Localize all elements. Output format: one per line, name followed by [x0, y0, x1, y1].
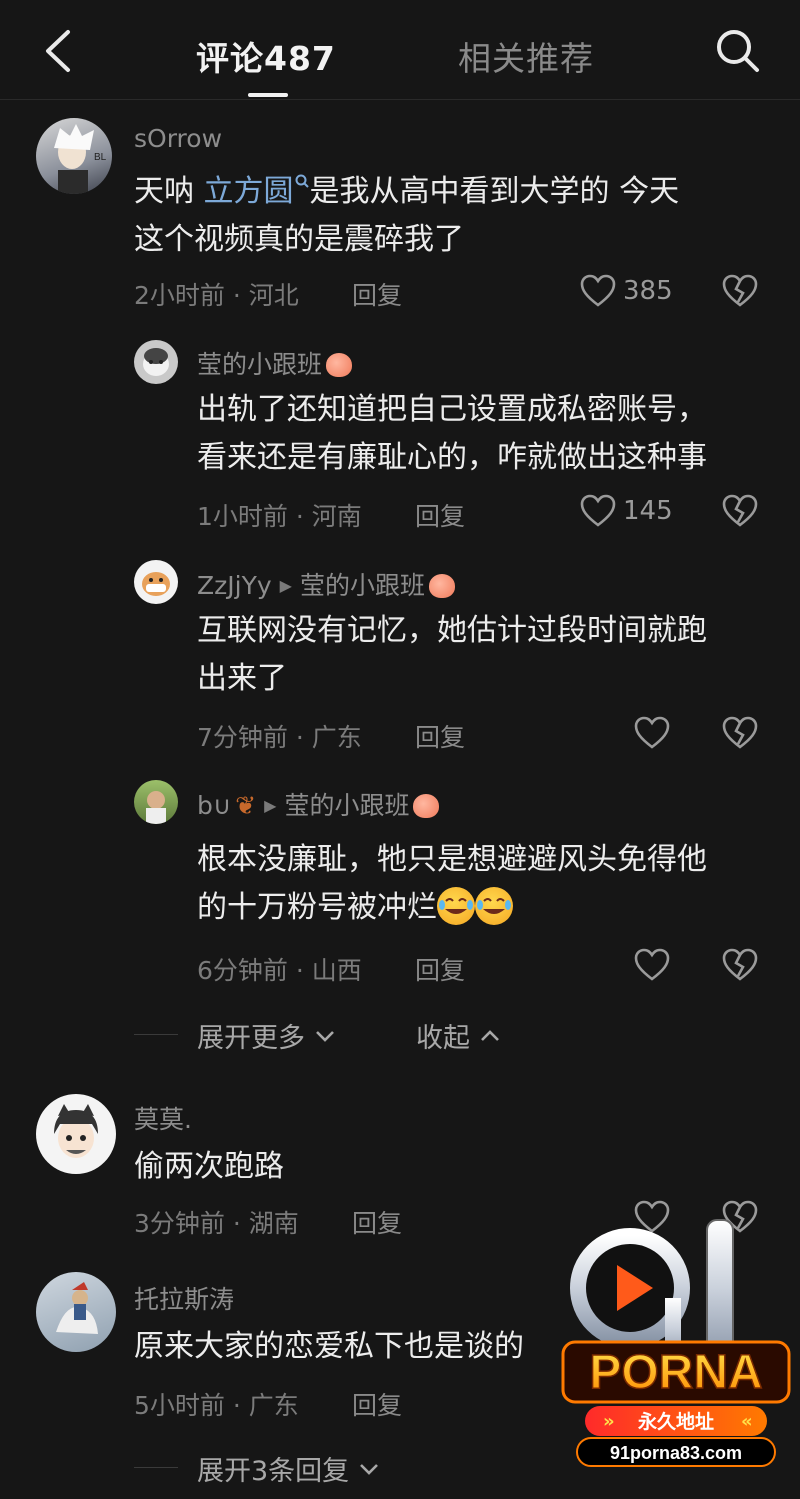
peach-emoji-icon [428, 574, 455, 598]
watermark-brand: PORNA [589, 1346, 762, 1399]
expand-divider [134, 1467, 178, 1468]
comment-meta: 2小时前 · 河北 [134, 281, 299, 310]
comment-username[interactable]: sOrrow [134, 124, 222, 153]
dislike-icon[interactable] [722, 494, 758, 528]
comment-meta: 5小时前 · 广东 [134, 1391, 299, 1420]
expand-more-button[interactable]: 展开更多 [197, 1016, 336, 1055]
heart-icon[interactable] [580, 274, 616, 308]
expand-replies-button[interactable]: 展开3条回复 [197, 1449, 380, 1488]
reply-button[interactable]: 回复 [352, 276, 402, 312]
laughing-crying-emoji-icon [475, 887, 513, 925]
reply-arrow-icon: ▶ [279, 576, 292, 595]
heart-icon[interactable] [634, 948, 670, 982]
comment-text: 互联网没有记忆，她估计过段时间就跑 出来了 [197, 613, 707, 696]
avatar[interactable] [36, 1094, 116, 1174]
reply-button[interactable]: 回复 [415, 718, 465, 754]
peach-emoji-icon [326, 353, 353, 377]
dislike-icon[interactable] [722, 948, 758, 982]
avatar[interactable] [36, 1272, 116, 1352]
watermark-slogan: 永久地址 [637, 1410, 714, 1433]
reply-button[interactable]: 回复 [352, 1204, 402, 1240]
comment-meta: 6分钟前 · 山西 [197, 956, 362, 985]
header-divider [0, 99, 800, 100]
comment-text: 出轨了还知道把自己设置成私密账号， 看来还是有廉耻心的，咋就做出这种事 [197, 392, 707, 475]
top-bar: 评论487 相关推荐 [0, 0, 800, 100]
comment-username[interactable]: b∪ ❦ ▶ 莹的小跟班 [197, 786, 440, 822]
avatar[interactable] [134, 340, 178, 384]
reply-button[interactable]: 回复 [352, 1386, 402, 1422]
comment-username[interactable]: 托拉斯涛 [134, 1280, 234, 1316]
heart-icon[interactable] [580, 494, 616, 528]
collapse-button[interactable]: 收起 [416, 1016, 501, 1055]
comment-text: 天呐 立方圆 是我从高中看到大学的 今天 这个视频真的是震碎我了 [134, 174, 680, 257]
mention-link[interactable]: 立方圆 [204, 174, 294, 209]
watermark-url: 91porna83.com [610, 1443, 742, 1463]
reply-button[interactable]: 回复 [415, 497, 465, 533]
comment-username[interactable]: 莫莫. [134, 1100, 192, 1136]
svg-text:BL: BL [94, 152, 107, 163]
comment-username[interactable]: ZzJjYy ▶ 莹的小跟班 [197, 566, 455, 602]
chevron-up-icon [480, 1030, 499, 1041]
search-small-icon [295, 174, 309, 188]
back-icon[interactable] [40, 28, 76, 74]
chevron-down-icon [359, 1464, 378, 1475]
svg-text:»: » [603, 1411, 615, 1432]
comment-meta: 3分钟前 · 湖南 [134, 1209, 299, 1238]
peach-emoji-icon [413, 794, 440, 818]
leaf-emoji-icon: ❦ [235, 791, 257, 820]
watermark-logo: PORNA » « 永久地址 91porna83.com [555, 1210, 795, 1470]
comment-text: 偷两次跑路 [134, 1149, 284, 1184]
reply-button[interactable]: 回复 [415, 951, 465, 987]
avatar[interactable]: BL [36, 118, 112, 194]
expand-divider [134, 1034, 178, 1035]
search-icon[interactable] [712, 26, 764, 76]
like-count: 385 [623, 276, 673, 306]
dislike-icon[interactable] [722, 716, 758, 750]
comment-meta: 7分钟前 · 广东 [197, 723, 362, 752]
chevron-down-icon [315, 1031, 334, 1042]
avatar[interactable] [134, 560, 178, 604]
dislike-icon[interactable] [722, 274, 758, 308]
like-count: 145 [623, 496, 673, 526]
tab-comments[interactable]: 评论487 [196, 32, 336, 80]
avatar[interactable] [134, 780, 178, 824]
laughing-crying-emoji-icon [437, 887, 475, 925]
reply-arrow-icon: ▶ [264, 796, 277, 815]
active-tab-indicator [248, 93, 288, 97]
svg-text:«: « [741, 1411, 753, 1432]
comment-meta: 1小时前 · 河南 [197, 502, 362, 531]
tab-related[interactable]: 相关推荐 [458, 32, 594, 80]
comment-text: 根本没廉耻，牠只是想避避风头免得他 的十万粉号被冲烂 [197, 842, 707, 925]
comment-username[interactable]: 莹的小跟班 [197, 345, 353, 381]
heart-icon[interactable] [634, 716, 670, 750]
